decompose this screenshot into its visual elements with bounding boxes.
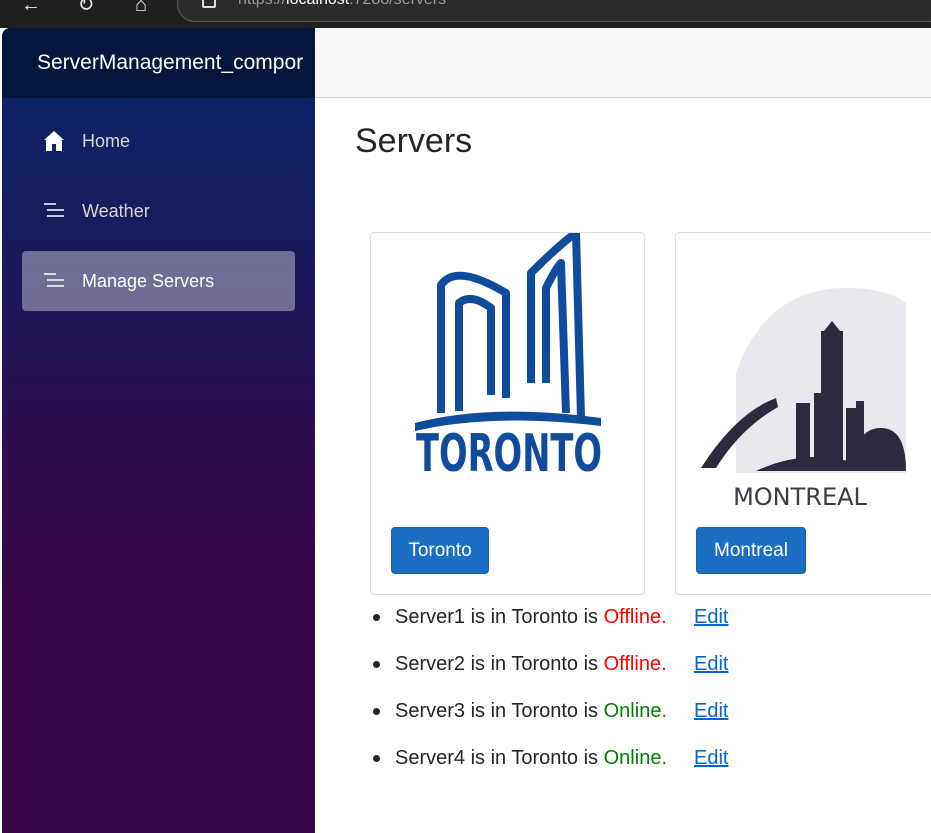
- server-text: Server2 is in Toronto is Offline.: [395, 650, 667, 678]
- top-row: [315, 28, 931, 98]
- toronto-logo-text: TORONTO: [416, 424, 602, 483]
- sidebar-item-manage-servers[interactable]: Manage Servers: [22, 251, 295, 311]
- montreal-logo-text: MONTREAL: [733, 483, 867, 511]
- house-icon: [44, 131, 64, 151]
- edit-link[interactable]: Edit: [694, 744, 728, 772]
- home-icon[interactable]: ⌂: [130, 0, 152, 16]
- status-text: Offline.: [603, 606, 667, 628]
- status-text: Online.: [603, 747, 667, 769]
- back-arrow-icon[interactable]: ←: [20, 0, 42, 16]
- nav-menu: Home Weather Manage Servers: [2, 98, 315, 311]
- app-brand: ServerManagement_compor: [2, 28, 315, 98]
- site-info-icon[interactable]: [202, 0, 216, 8]
- browser-toolbar: ← ↻ ⌂ https://localhost:7288/servers: [0, 0, 931, 28]
- url-rest: :7288/servers: [349, 0, 446, 8]
- refresh-icon[interactable]: ↻: [75, 0, 97, 16]
- server-text: Server4 is in Toronto is Online.: [395, 744, 667, 772]
- server-description: Server3 is in Toronto is: [395, 700, 604, 722]
- toronto-logo: TORONTO: [415, 233, 602, 483]
- sidebar: ServerManagement_compor Home Weather Man…: [2, 28, 315, 833]
- status-text: Online.: [603, 700, 667, 722]
- bullet: [373, 708, 380, 715]
- list-icon: [44, 273, 64, 287]
- montreal-button[interactable]: Montreal: [696, 527, 806, 574]
- sidebar-item-weather[interactable]: Weather: [22, 181, 295, 241]
- bullet: [373, 755, 380, 762]
- server-description: Server4 is in Toronto is: [395, 747, 604, 769]
- bullet: [373, 614, 380, 621]
- app-title[interactable]: ServerManagement_compor: [37, 51, 303, 75]
- edit-link[interactable]: Edit: [694, 603, 728, 631]
- server-description: Server2 is in Toronto is: [395, 653, 604, 675]
- status-text: Offline.: [603, 653, 667, 675]
- server-text: Server3 is in Toronto is Online.: [395, 697, 667, 725]
- page-title: Servers: [355, 122, 473, 160]
- server-description: Server1 is in Toronto is: [395, 606, 604, 628]
- main-content: Servers TORONTO Toronto MONTREAL Montrea…: [315, 98, 931, 833]
- montreal-logo: MONTREAL: [701, 288, 906, 511]
- bullet: [373, 661, 380, 668]
- city-card-toronto: TORONTO Toronto: [370, 232, 645, 595]
- sidebar-item-label: Home: [82, 130, 131, 151]
- sidebar-item-label: Manage Servers: [82, 270, 215, 291]
- sidebar-item-label: Weather: [82, 200, 150, 221]
- url-prefix: https://: [238, 0, 286, 8]
- url-host: localhost: [286, 0, 349, 8]
- edit-link[interactable]: Edit: [694, 697, 728, 725]
- server-text: Server1 is in Toronto is Offline.: [395, 603, 667, 631]
- city-card-montreal: MONTREAL Montreal: [675, 232, 931, 595]
- toronto-button[interactable]: Toronto: [391, 527, 489, 574]
- sidebar-item-home[interactable]: Home: [22, 111, 295, 171]
- edit-link[interactable]: Edit: [694, 650, 728, 678]
- url-text[interactable]: https://localhost:7288/servers: [238, 0, 446, 9]
- list-icon: [44, 203, 64, 217]
